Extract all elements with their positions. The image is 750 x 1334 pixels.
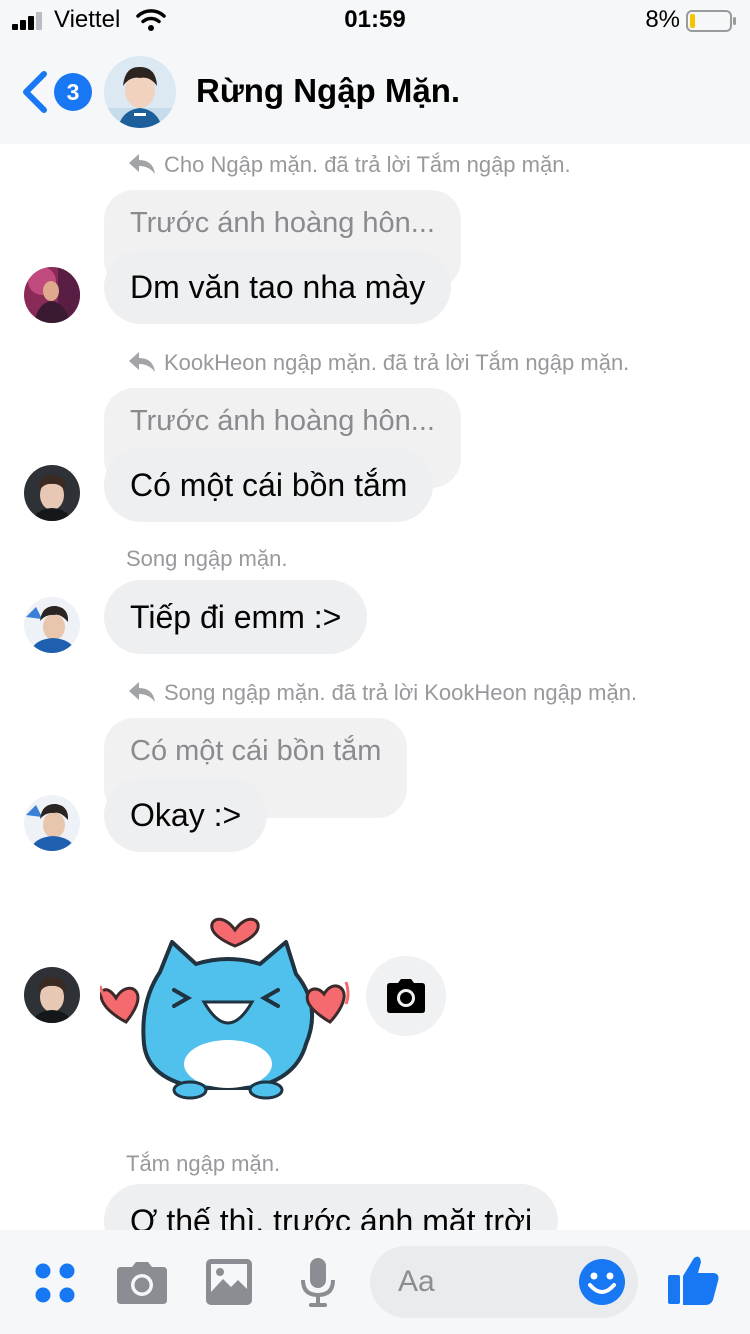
avatar[interactable] <box>24 465 80 521</box>
status-bar: Viettel 01:59 8% <box>0 0 750 40</box>
reply-icon <box>129 682 155 702</box>
sender-name: Tắm ngập mặn. <box>126 1151 281 1176</box>
microphone-icon[interactable] <box>300 1258 336 1308</box>
avatar[interactable] <box>24 267 80 323</box>
battery-percent: 8% <box>645 6 680 33</box>
back-button[interactable]: 3 <box>14 68 94 116</box>
avatar[interactable] <box>24 967 80 1023</box>
message-bubble[interactable]: Có một cái bồn tắm <box>104 448 434 522</box>
reply-icon <box>129 154 155 174</box>
gallery-icon[interactable] <box>206 1259 252 1305</box>
message-input[interactable] <box>398 1246 588 1318</box>
sender-name: Song ngập mặn. <box>126 546 288 571</box>
like-icon[interactable] <box>668 1254 720 1306</box>
reply-header-text: KookHeon ngập mặn. đã trả lời Tắm ngập m… <box>164 350 630 375</box>
reply-header-text: Cho Ngập mặn. đã trả lời Tắm ngập mặn. <box>164 152 571 177</box>
more-apps-icon[interactable] <box>34 1262 76 1304</box>
emoji-icon[interactable] <box>578 1258 626 1306</box>
cat-sticker[interactable] <box>100 894 350 1104</box>
battery-icon <box>686 10 736 32</box>
camera-icon[interactable] <box>116 1262 168 1304</box>
reply-icon <box>129 352 155 372</box>
reply-header-text: Song ngập mặn. đã trả lời KookHeon ngập … <box>164 680 638 705</box>
message-input-container <box>370 1246 638 1318</box>
message-bubble[interactable]: Tiếp đi emm :> <box>104 580 368 654</box>
reply-header: KookHeon ngập mặn. đã trả lời Tắm ngập m… <box>128 350 629 376</box>
chevron-left-icon <box>23 71 47 113</box>
status-time: 01:59 <box>344 6 406 33</box>
message-bubble[interactable]: Okay :> <box>104 778 268 852</box>
camera-button[interactable] <box>366 956 446 1036</box>
avatar[interactable] <box>24 795 80 851</box>
chat-header: 3 Rừng Ngập Mặn. <box>0 40 750 144</box>
composer-bar <box>0 1230 750 1334</box>
unread-count-badge: 3 <box>54 73 92 111</box>
reply-header: Cho Ngập mặn. đã trả lời Tắm ngập mặn. <box>128 152 571 178</box>
avatar[interactable] <box>24 597 80 653</box>
group-avatar[interactable] <box>104 56 176 128</box>
reply-header: Song ngập mặn. đã trả lời KookHeon ngập … <box>128 680 637 706</box>
message-bubble[interactable]: Dm văn tao nha mày <box>104 250 452 324</box>
conversation-title[interactable]: Rừng Ngập Mặn. <box>196 72 460 110</box>
camera-icon <box>387 979 425 1013</box>
